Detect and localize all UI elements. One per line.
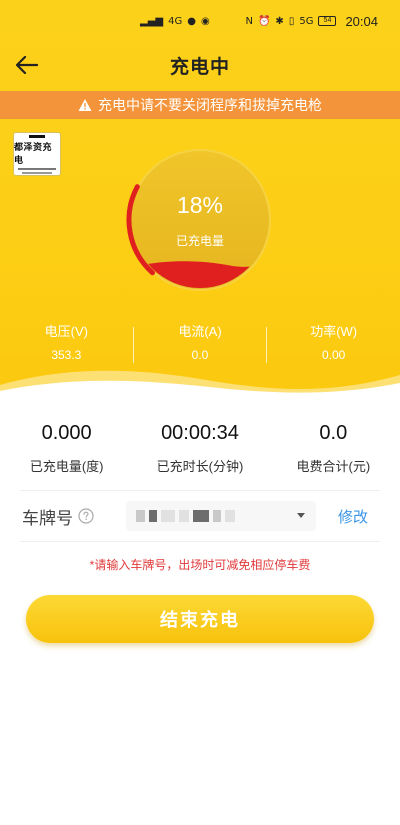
plate-label: 车牌号: [22, 508, 73, 528]
status-right: N ⏰ ✱ ▯ 5G 54 20:04: [245, 14, 378, 29]
plate-value-masked: [136, 510, 235, 522]
warning-triangle-icon: [78, 99, 92, 111]
summary-label: 电费合计(元): [296, 459, 371, 474]
logo-name: 都泽资充电: [14, 141, 53, 165]
status-bar: ▂▄▆ 4G ● ◉ N ⏰ ✱ ▯ 5G 54 20:04: [0, 0, 400, 42]
hd-signal-icon: ▂▄▆: [140, 15, 164, 27]
status-time: 20:04: [345, 13, 378, 29]
mask-block: [213, 510, 221, 522]
summary-value: 0.0: [319, 422, 348, 444]
charging-header: ▂▄▆ 4G ● ◉ N ⏰ ✱ ▯ 5G 54 20:04 充电中 充电中请不…: [0, 0, 400, 400]
warning-banner: 充电中请不要关闭程序和拔掉充电枪: [0, 91, 400, 119]
header-wave: [0, 370, 400, 400]
network-label: 4G: [168, 15, 183, 27]
mask-block: [225, 510, 235, 522]
nfc-icon: N: [245, 15, 253, 27]
operator-logo: 都泽资充电: [13, 132, 61, 176]
charge-percent: 18%: [176, 192, 224, 218]
plate-select[interactable]: [126, 501, 316, 531]
charge-summary: 0.000 已充电量(度) 00:00:34 已充时长(分钟) 0.0 电费合计…: [0, 416, 400, 486]
mask-block: [161, 510, 175, 522]
battery-icon: 54: [318, 16, 337, 26]
logo-rule: [18, 167, 56, 170]
notification-icon: ●: [187, 15, 196, 27]
caret-down-icon: [297, 513, 305, 518]
nav-bar: 充电中: [0, 42, 400, 88]
chat-icon: ◉: [200, 15, 210, 27]
logo-rule: [22, 171, 52, 174]
summary-value: 00:00:34: [161, 422, 239, 444]
mask-block: [136, 510, 145, 522]
charge-gauge: 18% 已充电量: [120, 140, 280, 300]
gauge-text: 18% 已充电量: [120, 140, 280, 300]
mask-block: [149, 510, 157, 522]
stat-label: 电压(V): [44, 324, 88, 339]
warning-text: 充电中请不要关闭程序和拔掉充电枪: [98, 97, 322, 113]
vibrate-icon: ▯: [288, 15, 295, 27]
mask-block: [179, 510, 189, 522]
summary-label: 已充时长(分钟): [156, 459, 244, 474]
arrow-left-icon: [16, 56, 38, 74]
status-left: ▂▄▆ 4G ● ◉: [140, 16, 210, 27]
plate-hint: *请输入车牌号，出场时可减免相应停车费: [89, 558, 311, 572]
summary-duration: 00:00:34 已充时长(分钟): [133, 416, 266, 486]
summary-label: 已充电量(度): [29, 459, 104, 474]
back-button[interactable]: [12, 50, 42, 80]
stat-label: 电流(A): [178, 324, 222, 339]
logo-mark: [29, 134, 45, 138]
stat-label: 功率(W): [310, 324, 358, 339]
signal-label: 5G: [299, 15, 314, 27]
summary-value: 0.000: [41, 422, 92, 444]
question-circle-icon[interactable]: [78, 508, 94, 524]
end-charging-button[interactable]: 结束充电: [26, 595, 374, 643]
edit-plate-link[interactable]: 修改: [338, 506, 368, 527]
summary-energy: 0.000 已充电量(度): [0, 416, 133, 486]
page-title: 充电中: [169, 56, 230, 78]
plate-row: 车牌号 修改: [20, 490, 380, 542]
alarm-icon: ⏰: [257, 15, 271, 27]
summary-cost: 0.0 电费合计(元): [267, 416, 400, 486]
charge-percent-label: 已充电量: [175, 234, 224, 248]
bluetooth-icon: ✱: [275, 15, 284, 27]
mask-block: [193, 510, 209, 522]
